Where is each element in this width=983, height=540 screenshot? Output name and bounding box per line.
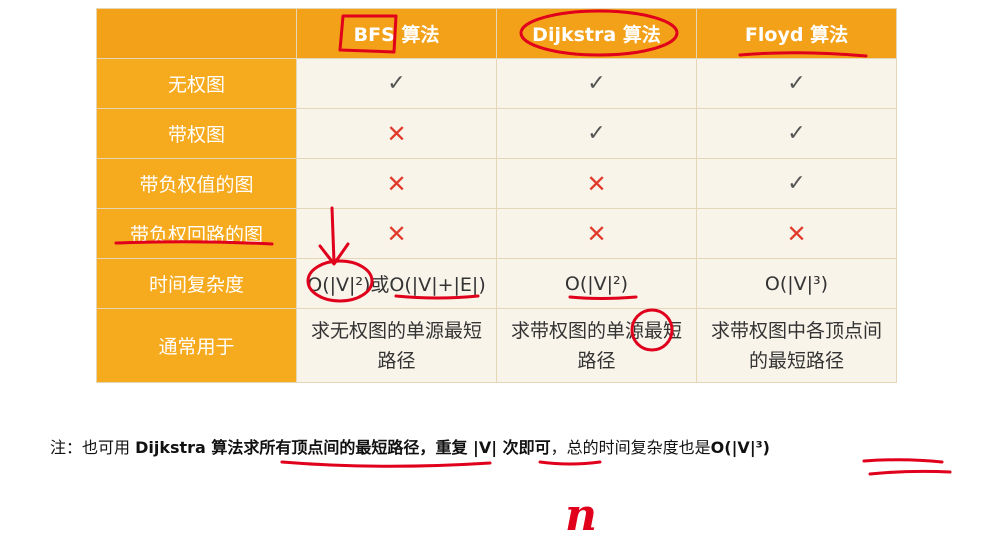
note-algo: Dijkstra 算法 [135,438,244,457]
check-icon: ✓ [787,171,806,196]
note-part1: 求所有顶点间的最短路径， [243,438,436,457]
annotation-underline [868,469,952,476]
table-row: 无权图 ✓ ✓ ✓ [96,58,897,109]
row-label: 带负权回路的图 [96,208,297,259]
note-total: O(|V|³) [710,438,770,457]
header-dijkstra: Dijkstra 算法 [496,8,697,59]
usage-floyd: 求带权图中各顶点间的最短路径 [710,319,882,372]
cross-icon: ✕ [386,119,407,148]
cross-icon: ✕ [386,169,407,198]
annotation-underline [280,460,492,468]
check-icon: ✓ [787,121,806,146]
table-row: 带负权回路的图 ✕ ✕ ✕ [96,208,897,259]
cross-icon: ✕ [586,169,607,198]
check-icon: ✓ [587,121,606,146]
check-icon: ✓ [787,71,806,96]
header-floyd: Floyd 算法 [696,8,897,59]
row-label: 带权图 [96,108,297,159]
complexity-dijkstra: O(|V|²) [496,258,697,309]
complexity-floyd: O(|V|³) [696,258,897,309]
row-label: 无权图 [96,58,297,109]
handwritten-glyph: n [565,490,597,540]
table-row: 带负权值的图 ✕ ✕ ✓ [96,158,897,209]
note-part2: ，总的时间复杂度也是 [550,438,711,457]
note-repeat: 重复 |V| 次即可 [435,438,551,457]
annotation-underline [538,460,602,466]
row-label: 通常用于 [96,308,297,383]
check-icon: ✓ [587,71,606,96]
cross-icon: ✕ [386,219,407,248]
row-label: 时间复杂度 [96,258,297,309]
table-row: 带权图 ✕ ✓ ✓ [96,108,897,159]
usage-row: 通常用于 求无权图的单源最短路径 求带权图的单源最短路径 求带权图中各顶点间的最… [96,308,897,383]
header-row: BFS 算法 Dijkstra 算法 Floyd 算法 [96,8,897,59]
row-label: 带负权值的图 [96,158,297,209]
usage-dijkstra: 求带权图的单源最短路径 [510,319,682,372]
check-icon: ✓ [387,71,406,96]
comparison-table: BFS 算法 Dijkstra 算法 Floyd 算法 无权图 ✓ ✓ ✓ 带权… [96,8,897,383]
cross-icon: ✕ [586,219,607,248]
footnote: 注：也可用 Dijkstra 算法求所有顶点间的最短路径，重复 |V| 次即可，… [50,434,770,458]
usage-bfs: 求无权图的单源最短路径 [310,319,482,372]
header-bfs: BFS 算法 [296,8,497,59]
complexity-bfs: O(|V|²)或O(|V|+|E|) [296,258,497,309]
complexity-row: 时间复杂度 O(|V|²)或O(|V|+|E|) O(|V|²) O(|V|³) [96,258,897,309]
note-prefix: 注：也可用 [50,438,136,457]
annotation-underline [862,458,944,464]
header-corner [96,8,297,59]
cross-icon: ✕ [786,219,807,248]
